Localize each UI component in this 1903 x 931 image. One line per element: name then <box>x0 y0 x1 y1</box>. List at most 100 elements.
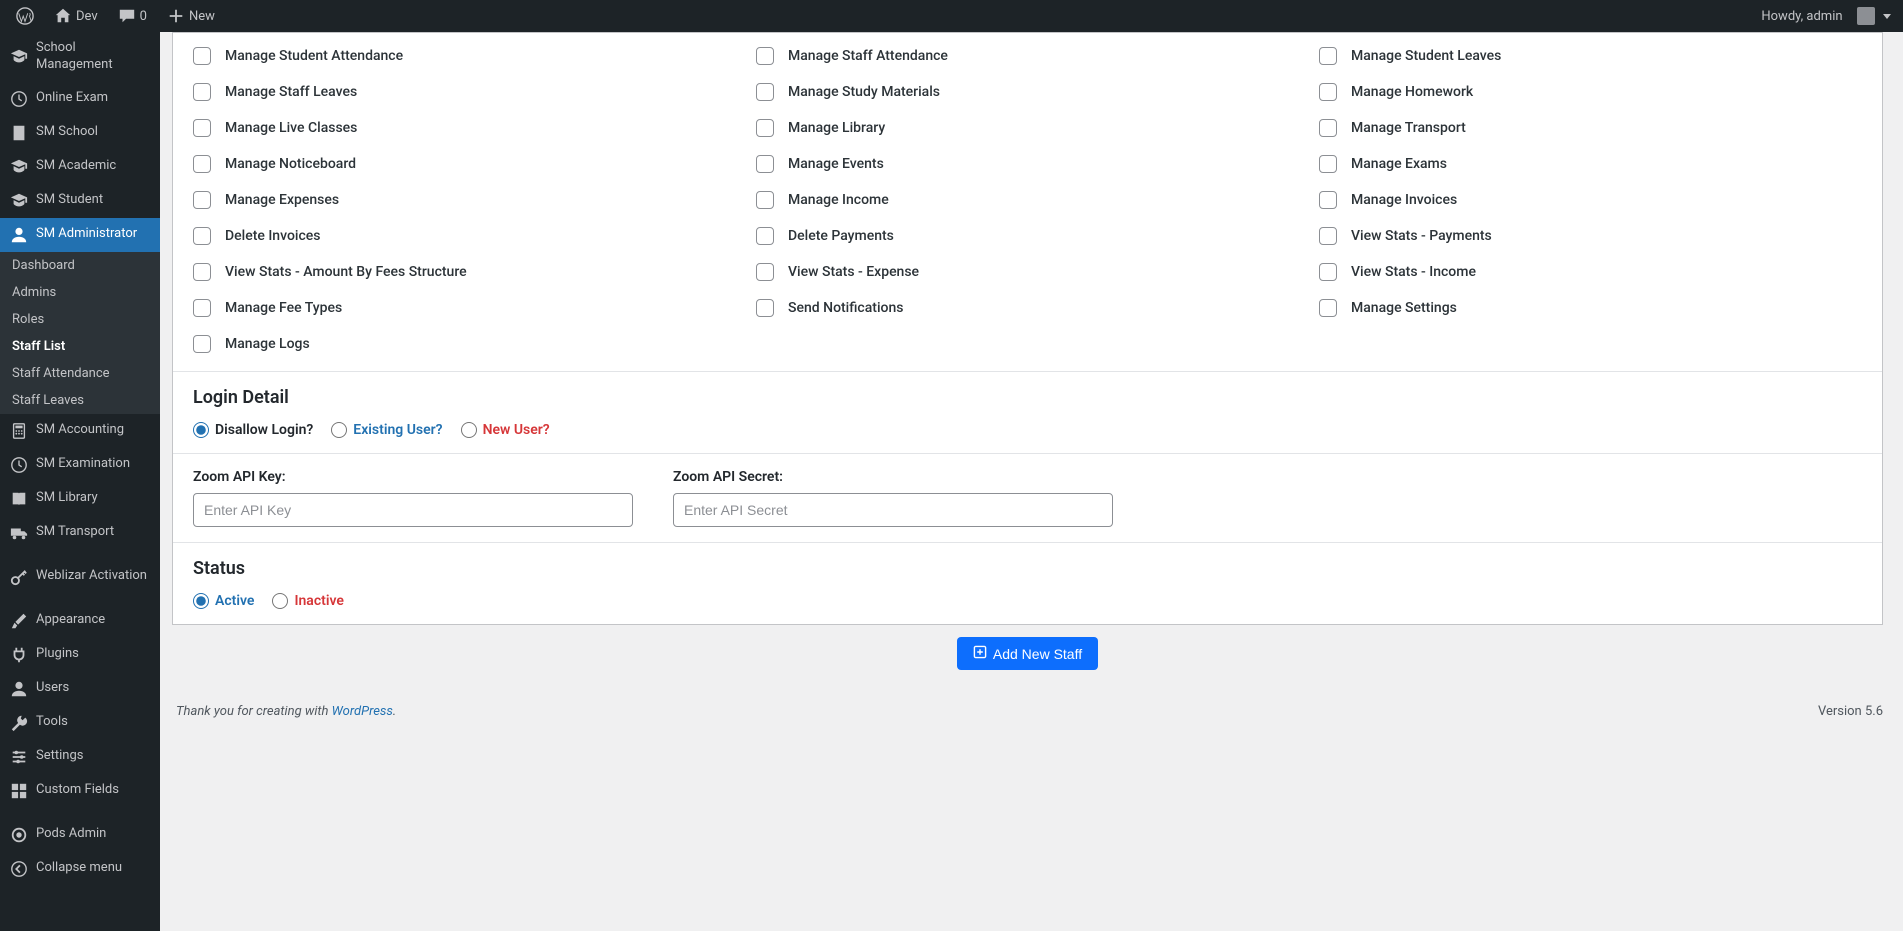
radio-status-active[interactable]: Active <box>193 593 254 609</box>
permission-checkbox-manage-library[interactable] <box>756 119 774 137</box>
sidebar-item-label: Plugins <box>36 646 79 663</box>
sidebar-item-sm-student[interactable]: SM Student <box>0 184 160 218</box>
submenu-item-admins[interactable]: Admins <box>0 279 160 306</box>
permission-checkbox-manage-live-classes[interactable] <box>193 119 211 137</box>
comments-link[interactable]: 0 <box>112 7 153 25</box>
sidebar-item-label: SM Administrator <box>36 226 137 243</box>
grid-icon <box>10 782 28 800</box>
sidebar-item-weblizar-activation[interactable]: Weblizar Activation <box>0 560 160 594</box>
permission-checkbox-manage-staff-leaves[interactable] <box>193 83 211 101</box>
add-new-staff-label: Add New Staff <box>993 646 1082 662</box>
submenu-item-staff-list[interactable]: Staff List <box>0 333 160 360</box>
sidebar-item-label: Custom Fields <box>36 782 119 799</box>
user-icon <box>10 226 28 244</box>
permission-label: Manage Settings <box>1351 300 1457 316</box>
radio-new-user-input[interactable] <box>461 422 477 438</box>
permission-checkbox-view-stats-amount-by-fees-structure[interactable] <box>193 263 211 281</box>
submenu-item-staff-attendance[interactable]: Staff Attendance <box>0 360 160 387</box>
sidebar-item-users[interactable]: Users <box>0 672 160 706</box>
sidebar-item-appearance[interactable]: Appearance <box>0 604 160 638</box>
radio-disallow-login-input[interactable] <box>193 422 209 438</box>
permission-item: Manage Settings <box>1319 299 1862 317</box>
radio-disallow-login[interactable]: Disallow Login? <box>193 422 313 438</box>
truck-icon <box>10 524 28 542</box>
permission-checkbox-manage-invoices[interactable] <box>1319 191 1337 209</box>
submenu-item-staff-leaves[interactable]: Staff Leaves <box>0 387 160 414</box>
permission-checkbox-manage-study-materials[interactable] <box>756 83 774 101</box>
sidebar-item-custom-fields[interactable]: Custom Fields <box>0 774 160 808</box>
book-icon <box>10 490 28 508</box>
graduation-icon <box>10 192 28 210</box>
sidebar-item-tools[interactable]: Tools <box>0 706 160 740</box>
permission-checkbox-manage-events[interactable] <box>756 155 774 173</box>
sidebar-item-sm-library[interactable]: SM Library <box>0 482 160 516</box>
brush-icon <box>10 612 28 630</box>
plug-icon <box>10 646 28 664</box>
sidebar-item-school-management[interactable]: School Management <box>0 32 160 82</box>
sidebar-item-sm-administrator[interactable]: SM Administrator <box>0 218 160 252</box>
permission-checkbox-manage-noticeboard[interactable] <box>193 155 211 173</box>
site-name-link[interactable]: Dev <box>48 7 104 25</box>
permission-label: Manage Library <box>788 120 885 136</box>
sidebar-item-label: School Management <box>36 40 150 74</box>
version-text: Version 5.6 <box>1818 704 1883 719</box>
radio-existing-user[interactable]: Existing User? <box>331 422 442 438</box>
wordpress-logo-link[interactable] <box>10 7 40 25</box>
permission-checkbox-send-notifications[interactable] <box>756 299 774 317</box>
sidebar-item-sm-transport[interactable]: SM Transport <box>0 516 160 550</box>
radio-new-user[interactable]: New User? <box>461 422 550 438</box>
sidebar-item-sm-academic[interactable]: SM Academic <box>0 150 160 184</box>
sidebar-item-sm-accounting[interactable]: SM Accounting <box>0 414 160 448</box>
permission-checkbox-delete-invoices[interactable] <box>193 227 211 245</box>
zoom-api-secret-group: Zoom API Secret: <box>673 469 1113 527</box>
permission-checkbox-manage-fee-types[interactable] <box>193 299 211 317</box>
zoom-api-key-input[interactable] <box>193 493 633 527</box>
submenu-item-dashboard[interactable]: Dashboard <box>0 252 160 279</box>
wordpress-link[interactable]: WordPress <box>332 704 393 719</box>
permissions-grid: Manage Student AttendanceManage Staff At… <box>173 33 1882 371</box>
submenu-item-roles[interactable]: Roles <box>0 306 160 333</box>
permission-checkbox-view-stats-expense[interactable] <box>756 263 774 281</box>
permission-checkbox-delete-payments[interactable] <box>756 227 774 245</box>
account-link[interactable]: Howdy, admin <box>1755 7 1897 25</box>
sidebar-item-collapse-menu[interactable]: Collapse menu <box>0 852 160 886</box>
radio-status-inactive-input[interactable] <box>272 593 288 609</box>
sidebar-item-sm-school[interactable]: SM School <box>0 116 160 150</box>
sidebar-item-sm-examination[interactable]: SM Examination <box>0 448 160 482</box>
add-new-staff-button[interactable]: Add New Staff <box>957 637 1098 670</box>
new-content-link[interactable]: New <box>161 7 221 25</box>
sidebar-item-online-exam[interactable]: Online Exam <box>0 82 160 116</box>
permission-label: Manage Student Leaves <box>1351 48 1501 64</box>
zoom-api-key-label: Zoom API Key: <box>193 469 633 485</box>
key-icon <box>10 568 28 586</box>
greeting-text: Howdy, admin <box>1761 9 1842 24</box>
permission-label: Manage Invoices <box>1351 192 1457 208</box>
permission-checkbox-manage-homework[interactable] <box>1319 83 1337 101</box>
permission-checkbox-view-stats-payments[interactable] <box>1319 227 1337 245</box>
permission-checkbox-manage-logs[interactable] <box>193 335 211 353</box>
permission-checkbox-manage-income[interactable] <box>756 191 774 209</box>
permission-item: Send Notifications <box>756 299 1299 317</box>
permission-checkbox-manage-staff-attendance[interactable] <box>756 47 774 65</box>
permission-item: Manage Noticeboard <box>193 155 736 173</box>
clock-icon <box>10 90 28 108</box>
permission-checkbox-manage-settings[interactable] <box>1319 299 1337 317</box>
permission-checkbox-manage-expenses[interactable] <box>193 191 211 209</box>
admin-top-bar: Dev 0 New Howdy, admin <box>0 0 1903 32</box>
radio-status-active-input[interactable] <box>193 593 209 609</box>
permission-label: Manage Staff Leaves <box>225 84 357 100</box>
sidebar-item-plugins[interactable]: Plugins <box>0 638 160 672</box>
permission-checkbox-manage-student-attendance[interactable] <box>193 47 211 65</box>
permission-checkbox-view-stats-income[interactable] <box>1319 263 1337 281</box>
zoom-api-secret-input[interactable] <box>673 493 1113 527</box>
sidebar-item-label: SM Student <box>36 192 103 209</box>
radio-disallow-login-label: Disallow Login? <box>215 422 313 438</box>
radio-status-inactive[interactable]: Inactive <box>272 593 343 609</box>
permission-checkbox-manage-transport[interactable] <box>1319 119 1337 137</box>
permission-checkbox-manage-student-leaves[interactable] <box>1319 47 1337 65</box>
permission-label: View Stats - Payments <box>1351 228 1492 244</box>
sidebar-item-pods-admin[interactable]: Pods Admin <box>0 818 160 852</box>
radio-existing-user-input[interactable] <box>331 422 347 438</box>
sidebar-item-settings[interactable]: Settings <box>0 740 160 774</box>
permission-checkbox-manage-exams[interactable] <box>1319 155 1337 173</box>
